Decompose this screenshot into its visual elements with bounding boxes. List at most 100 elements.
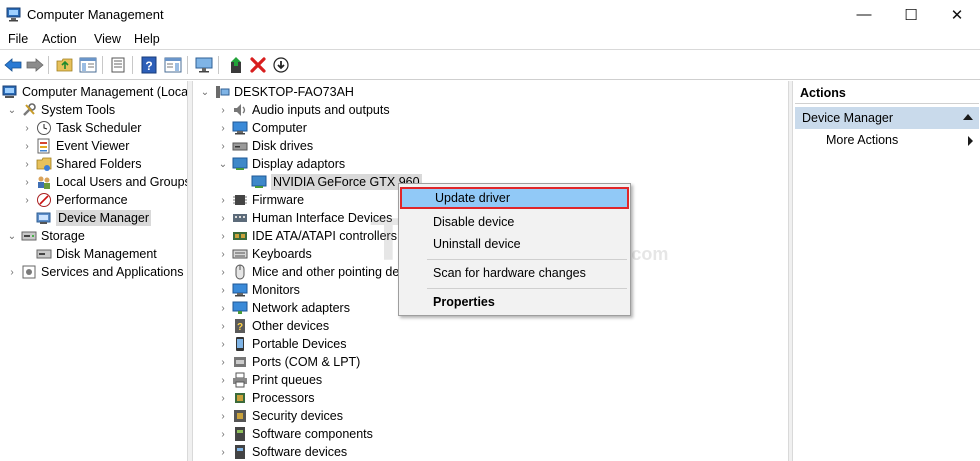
device-category[interactable]: › Software components <box>217 425 373 443</box>
tree-item-local-users[interactable]: › Local Users and Groups <box>21 173 187 191</box>
ide-controller-icon <box>233 232 247 240</box>
chevron-right-icon[interactable]: › <box>217 371 229 389</box>
tree-item-storage[interactable]: ⌄ Storage <box>6 227 85 245</box>
clock-icon <box>37 121 51 135</box>
tree-item-services-apps[interactable]: › Services and Applications <box>6 263 183 281</box>
chevron-down-icon[interactable]: ⌄ <box>6 227 18 245</box>
chevron-down-icon[interactable]: ⌄ <box>199 83 211 101</box>
forward-arrow-icon[interactable] <box>24 54 46 76</box>
chevron-right-icon[interactable]: › <box>217 245 229 263</box>
actions-section-device-manager[interactable]: Device Manager <box>795 107 979 129</box>
chevron-right-icon[interactable]: › <box>217 299 229 317</box>
show-hide-tree-icon[interactable] <box>77 54 99 76</box>
portable-device-icon <box>236 337 244 351</box>
device-category[interactable]: › Monitors <box>217 281 300 299</box>
menu-item-properties[interactable]: Properties <box>400 291 629 313</box>
device-category[interactable]: › Disk drives <box>217 137 313 155</box>
chevron-right-icon[interactable]: › <box>21 137 33 155</box>
chevron-right-icon[interactable]: › <box>217 317 229 335</box>
device-category[interactable]: › Mice and other pointing de <box>217 263 399 281</box>
device-category[interactable]: › Portable Devices <box>217 335 347 353</box>
menu-file[interactable]: File <box>8 32 28 46</box>
update-driver-icon[interactable] <box>225 54 247 76</box>
menu-view[interactable]: View <box>94 32 121 46</box>
menu-item-disable-device[interactable]: Disable device <box>400 211 629 233</box>
device-category[interactable]: › Processors <box>217 389 314 407</box>
device-category[interactable]: › Firmware <box>217 191 304 209</box>
uninstall-icon[interactable] <box>247 54 269 76</box>
maximize-button[interactable]: ☐ <box>888 0 934 29</box>
tree-item-disk-management[interactable]: Disk Management <box>21 245 157 263</box>
device-category[interactable]: › Keyboards <box>217 245 311 263</box>
help-icon[interactable]: ? <box>138 54 160 76</box>
chevron-right-icon[interactable]: › <box>217 137 229 155</box>
up-folder-icon[interactable] <box>54 54 76 76</box>
menu-item-update-driver[interactable]: Update driver <box>400 187 629 209</box>
tree-item-system-tools[interactable]: ⌄ System Tools <box>6 101 115 119</box>
menu-action[interactable]: Action <box>42 32 77 46</box>
chevron-right-icon[interactable]: › <box>217 443 229 461</box>
chevron-right-icon[interactable]: › <box>217 263 229 281</box>
network-adapter-icon <box>232 301 248 314</box>
collapse-arrow-icon[interactable] <box>963 114 973 120</box>
chevron-right-icon[interactable]: › <box>6 263 18 281</box>
monitor-icon[interactable] <box>193 54 215 76</box>
back-arrow-icon[interactable] <box>2 54 24 76</box>
chevron-right-icon[interactable]: › <box>217 119 229 137</box>
chevron-right-icon[interactable]: › <box>217 353 229 371</box>
menu-item-scan-hardware[interactable]: Scan for hardware changes <box>400 262 629 284</box>
computer-management-icon <box>2 85 17 98</box>
device-category[interactable]: › Software devices <box>217 443 347 461</box>
tree-item-event-viewer[interactable]: › Event Viewer <box>21 137 129 155</box>
disk-drive-icon <box>232 142 248 151</box>
tree-item-shared-folders[interactable]: › Shared Folders <box>21 155 141 173</box>
chevron-right-icon[interactable]: › <box>21 173 33 191</box>
chevron-right-icon[interactable]: › <box>217 227 229 245</box>
tree-item-device-manager[interactable]: Device Manager <box>21 209 152 227</box>
chevron-right-icon[interactable]: › <box>217 335 229 353</box>
mouse-icon <box>235 264 245 280</box>
device-category[interactable]: › Human Interface Devices <box>217 209 392 227</box>
port-icon <box>234 357 246 367</box>
device-category[interactable]: › ? Other devices <box>217 317 329 335</box>
device-tree-root[interactable]: ⌄ DESKTOP-FAO73AH <box>199 83 354 101</box>
device-category[interactable]: › Computer <box>217 119 307 137</box>
tree-item-performance[interactable]: › Performance <box>21 191 128 209</box>
chevron-right-icon[interactable]: › <box>217 209 229 227</box>
chevron-right-icon[interactable]: › <box>21 191 33 209</box>
chevron-right-icon[interactable]: › <box>217 425 229 443</box>
tree-item-computer-management[interactable]: Computer Management (Local <box>2 83 187 101</box>
download-icon[interactable] <box>270 54 292 76</box>
device-nvidia-gtx960[interactable]: NVIDIA GeForce GTX 960 <box>251 173 422 191</box>
chevron-right-icon[interactable]: › <box>217 191 229 209</box>
device-category[interactable]: › Print queues <box>217 371 322 389</box>
users-icon <box>38 176 50 189</box>
more-actions-link[interactable]: More Actions <box>826 133 898 147</box>
menu-item-uninstall-device[interactable]: Uninstall device <box>400 233 629 255</box>
device-category[interactable]: › Audio inputs and outputs <box>217 101 389 119</box>
chevron-down-icon[interactable]: ⌄ <box>217 155 229 173</box>
event-viewer-icon <box>37 138 50 154</box>
device-category[interactable]: › IDE ATA/ATAPI controllers <box>217 227 397 245</box>
gpu-icon <box>251 175 267 188</box>
device-category[interactable]: › Security devices <box>217 407 343 425</box>
action-pane-icon[interactable] <box>162 54 184 76</box>
chevron-right-icon[interactable]: › <box>217 281 229 299</box>
device-category[interactable]: › Network adapters <box>217 299 350 317</box>
chevron-right-icon[interactable]: › <box>217 389 229 407</box>
chevron-right-icon[interactable]: › <box>21 119 33 137</box>
menu-bar: File Action View Help <box>0 29 980 50</box>
properties-icon[interactable] <box>107 54 129 76</box>
software-component-icon <box>235 427 245 441</box>
chevron-down-icon[interactable]: ⌄ <box>6 101 18 119</box>
minimize-button[interactable]: — <box>841 0 887 29</box>
menu-help[interactable]: Help <box>134 32 160 46</box>
chevron-right-icon[interactable]: › <box>217 407 229 425</box>
display-adapter-icon <box>232 157 248 170</box>
chevron-right-icon[interactable]: › <box>21 155 33 173</box>
device-category[interactable]: ⌄ Display adaptors <box>217 155 345 173</box>
close-button[interactable]: ✕ <box>934 0 980 29</box>
tree-item-task-scheduler[interactable]: › Task Scheduler <box>21 119 141 137</box>
device-category[interactable]: › Ports (COM & LPT) <box>217 353 360 371</box>
chevron-right-icon[interactable]: › <box>217 101 229 119</box>
